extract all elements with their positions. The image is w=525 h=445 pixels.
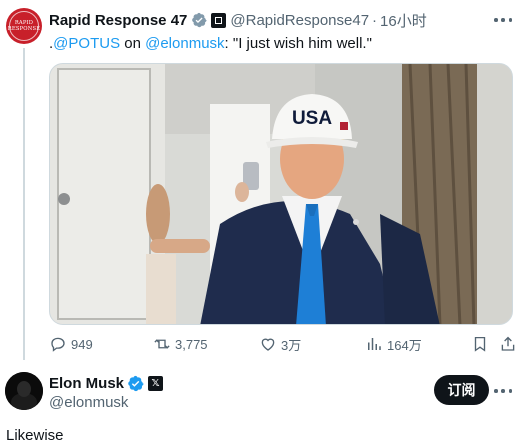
reply-author-name[interactable]: Elon Musk — [49, 375, 124, 392]
post-time[interactable]: 16小时 — [380, 10, 427, 31]
cap-text: USA — [292, 108, 332, 129]
mention-potus[interactable]: @POTUS — [53, 35, 120, 52]
thread-connector-line — [23, 48, 25, 360]
bookmark-icon — [474, 336, 486, 352]
repost-count: 3,775 — [175, 336, 208, 352]
text-quote: : "I just wish him well." — [224, 35, 372, 52]
repost-icon — [154, 339, 170, 349]
views-chart-icon — [368, 338, 381, 350]
avatar-logo: RAPID RESPONSE — [7, 11, 41, 41]
post-header: Rapid Response 47 @RapidResponse47 · 16小… — [49, 10, 427, 31]
subscribe-button[interactable]: 订阅 — [434, 375, 489, 405]
author-name[interactable]: Rapid Response 47 — [49, 12, 187, 29]
verified-gray-badge-icon — [192, 12, 207, 28]
post-text: .@POTUS on @elonmusk: "I just wish him w… — [49, 34, 372, 54]
views-button[interactable]: 164万 — [365, 333, 422, 355]
parent-post[interactable]: RAPID RESPONSE Rapid Response 47 @RapidR… — [0, 0, 525, 360]
reply-more-options-icon[interactable] — [494, 382, 512, 400]
reply-author-row: Elon Musk 𝕏 — [49, 375, 164, 392]
share-button[interactable] — [499, 333, 521, 355]
avatar-logo-line2: RESPONSE — [7, 26, 41, 32]
avatar-image — [5, 372, 43, 410]
share-icon — [501, 336, 515, 351]
reply-author-handle[interactable]: @elonmusk — [49, 394, 128, 411]
affiliation-badge-icon[interactable] — [211, 12, 227, 28]
like-button[interactable]: 3万 — [259, 333, 301, 355]
reply-count: 949 — [71, 336, 93, 352]
x-affiliation-badge-icon[interactable]: 𝕏 — [148, 376, 164, 391]
like-count: 3万 — [281, 337, 302, 353]
verified-blue-badge-icon — [128, 375, 144, 392]
author-handle[interactable]: @RapidResponse47 — [230, 12, 369, 29]
elon-musk-avatar[interactable] — [5, 372, 43, 410]
reply-icon — [51, 337, 65, 352]
heart-icon — [261, 338, 275, 351]
post-video[interactable]: USA — [49, 63, 513, 325]
bookmark-button[interactable] — [471, 333, 493, 355]
post-action-bar: 949 3,775 3万 164万 — [49, 333, 519, 355]
view-count: 164万 — [387, 337, 422, 353]
repost-button[interactable]: 3,775 — [153, 333, 208, 355]
separator-dot: · — [372, 11, 378, 29]
text-middle: on — [120, 35, 146, 52]
reply-text: Likewise — [6, 427, 64, 444]
reply-button[interactable]: 949 — [49, 333, 93, 355]
more-options-icon[interactable] — [494, 11, 512, 29]
video-frame: USA — [50, 64, 512, 324]
reply-post[interactable]: Elon Musk 𝕏 @elonmusk 订阅 Likewise — [0, 366, 525, 445]
rapid-response-avatar[interactable]: RAPID RESPONSE — [6, 8, 42, 44]
mention-elonmusk[interactable]: @elonmusk — [145, 35, 224, 52]
